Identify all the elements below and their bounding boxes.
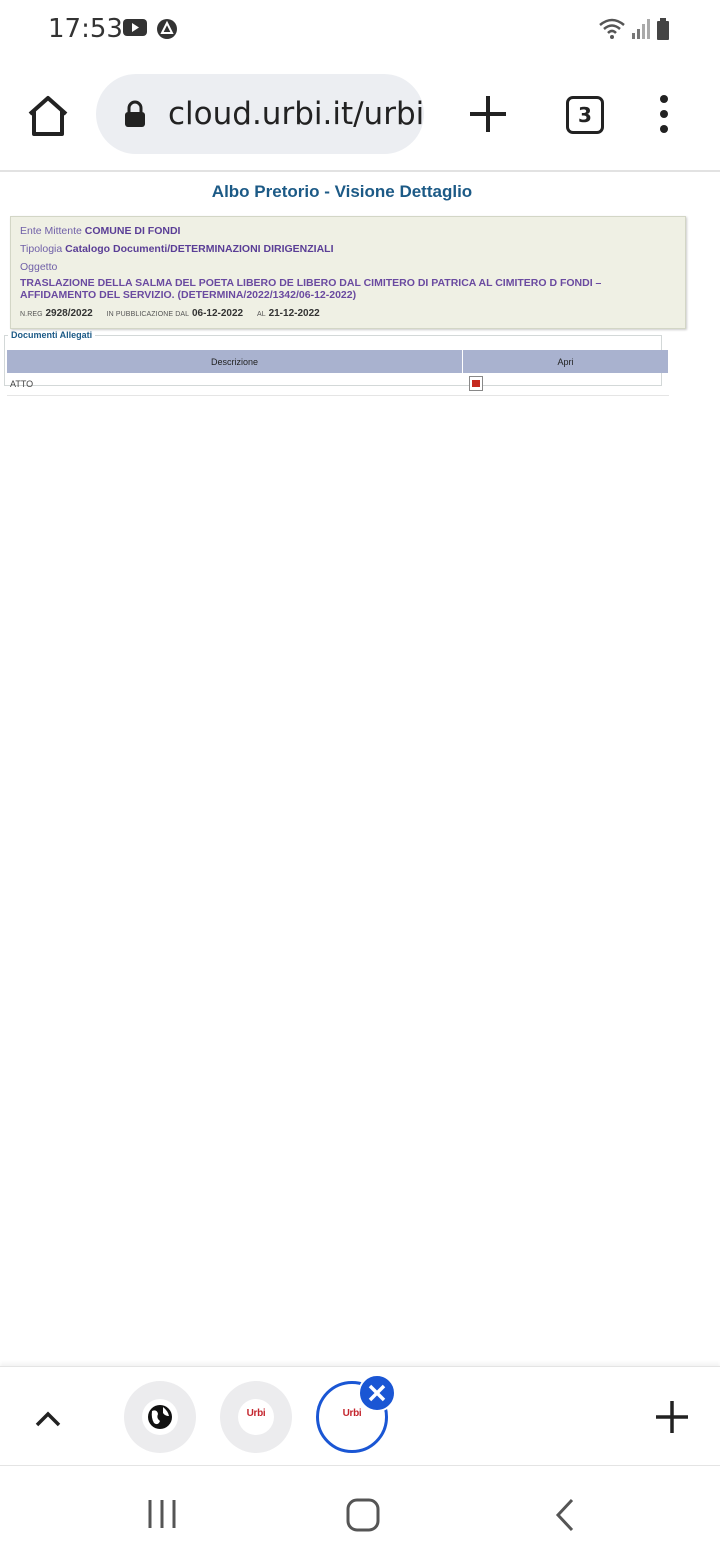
tipologia-label: Tipologia [20,243,63,255]
ente-value: COMUNE DI FONDI [84,225,181,237]
table-header-row: Descrizione Apri [7,350,669,373]
tab-thumbnail-2[interactable]: Urbi [220,1381,292,1453]
cell-descrizione: ATTO [7,373,463,396]
attachments-fieldset: Documenti Allegati Descrizione Apri ATTO [4,330,669,396]
al-label: AL [257,311,266,318]
chevron-up-icon[interactable] [30,1401,66,1437]
tab-favicon-frame: Urbi [238,1399,274,1435]
nreg-label: N.REG [20,311,43,318]
home-icon[interactable] [24,92,72,140]
header-descrizione: Descrizione [7,350,463,373]
tab-strip: Urbi Urbi [0,1366,720,1467]
system-nav-bar [0,1466,720,1560]
home-nav-icon[interactable] [344,1496,382,1534]
url-text: cloud.urbi.it/urbi/ [168,96,424,132]
tab-thumbnail-1[interactable] [124,1381,196,1453]
globe-icon [148,1405,172,1429]
status-time: 17:53 [48,14,123,44]
signal-icon [632,19,650,39]
urbi-logo: Urbi [246,1408,266,1419]
more-vert-icon[interactable] [650,92,678,136]
registration-meta: N.REG 2928/2022 IN PUBBLICAZIONE DAL 06-… [20,308,320,319]
status-bar: 17:53 [0,0,720,58]
vpn-icon [157,19,177,39]
pdf-icon[interactable] [468,375,483,391]
oggetto-row: Oggetto [20,261,57,273]
pubblicazione-label: IN PUBBLICAZIONE DAL [106,311,190,318]
tipologia-row: Tipologia Catalogo Documenti/DETERMINAZI… [20,243,334,255]
ente-label: Ente Mittente [20,225,82,237]
back-icon[interactable] [550,1496,580,1534]
recents-icon[interactable] [144,1496,180,1532]
oggetto-value: TRASLAZIONE DELLA SALMA DEL POETA LIBERO… [20,277,602,301]
detail-box: Ente Mittente COMUNE DI FONDI Tipologia … [10,216,686,329]
plus-icon[interactable] [466,92,510,136]
attachments-table: Descrizione Apri ATTO [7,350,669,396]
close-tab-button[interactable] [358,1374,396,1412]
ente-row: Ente Mittente COMUNE DI FONDI [20,225,180,237]
address-bar[interactable]: cloud.urbi.it/urbi/ [96,74,424,154]
wifi-icon [599,18,625,39]
youtube-icon [123,19,147,36]
nreg-value: 2928/2022 [45,308,93,319]
oggetto-label: Oggetto [20,261,58,273]
page-title: Albo Pretorio - Visione Dettaglio [211,182,473,201]
cell-apri [462,373,669,396]
plus-icon[interactable] [652,1397,692,1437]
attachments-legend: Documenti Allegati [11,330,93,340]
tab-switcher-button[interactable]: 3 [566,96,604,134]
header-apri: Apri [462,350,669,373]
tipologia-value: Catalogo Documenti/DETERMINAZIONI DIRIGE… [65,243,334,255]
pubblicazione-value: 06-12-2022 [191,308,244,319]
close-icon [368,1384,386,1402]
browser-toolbar: cloud.urbi.it/urbi/ 3 [0,58,720,172]
al-value: 21-12-2022 [268,308,320,319]
battery-icon [657,18,669,40]
lock-icon [125,100,145,127]
table-row: ATTO [7,373,669,396]
tab-favicon-frame [142,1399,178,1435]
